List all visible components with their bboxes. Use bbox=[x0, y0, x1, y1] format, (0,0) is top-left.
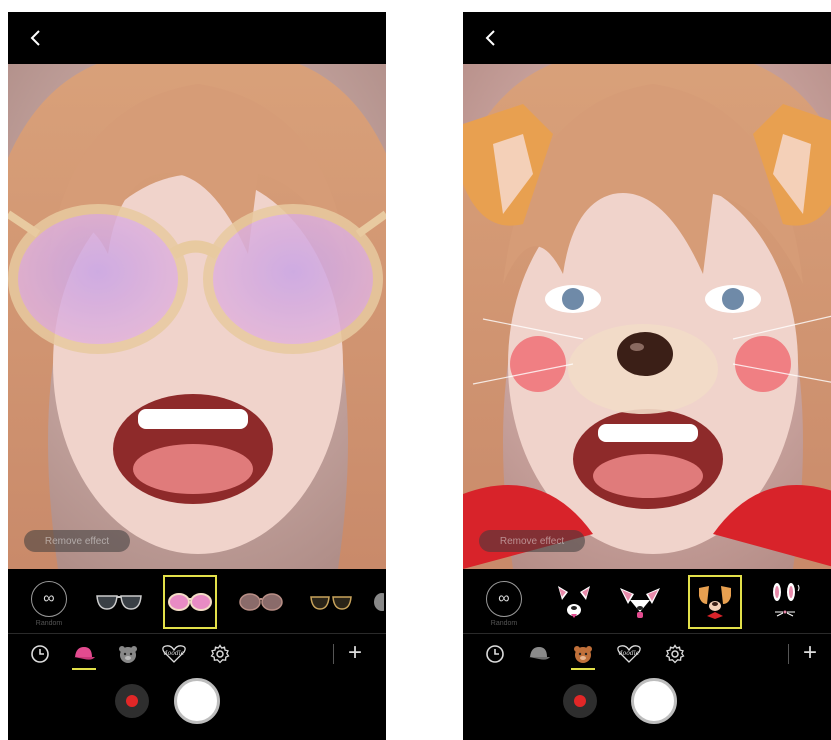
bear-icon bbox=[574, 646, 592, 663]
back-button[interactable] bbox=[22, 24, 50, 52]
tab-stickers[interactable] bbox=[72, 642, 96, 666]
top-bar bbox=[8, 12, 386, 64]
partial-item-icon bbox=[374, 593, 384, 611]
category-tabs: doodle + bbox=[463, 634, 831, 674]
bear-icon bbox=[119, 646, 137, 663]
shutter-button[interactable] bbox=[174, 678, 220, 724]
doodle-text: doodle bbox=[619, 650, 640, 657]
infinity-icon: ∞ bbox=[31, 581, 67, 617]
tab-animated-faces[interactable] bbox=[571, 642, 595, 666]
effect-panda-mask[interactable] bbox=[547, 575, 601, 629]
pink-sunglasses-icon bbox=[168, 593, 212, 611]
category-tabs: doodle + bbox=[8, 634, 386, 674]
record-video-button[interactable] bbox=[115, 684, 149, 718]
bunny-mask-icon bbox=[773, 583, 800, 617]
tab-separator bbox=[333, 644, 334, 664]
tab-separator bbox=[788, 644, 789, 664]
tab-animated-faces[interactable] bbox=[116, 642, 140, 666]
effect-rose-sunglasses[interactable] bbox=[234, 575, 288, 629]
effects-strip: ∞ Random bbox=[463, 569, 831, 633]
effect-bunny-mask[interactable] bbox=[758, 575, 812, 629]
doodle-text: doodle bbox=[164, 650, 185, 657]
camera-viewfinder: Remove effect bbox=[463, 64, 831, 569]
hat-icon bbox=[74, 647, 95, 660]
effect-partial[interactable] bbox=[368, 575, 386, 629]
face-preview-image bbox=[8, 64, 386, 569]
tab-recent[interactable] bbox=[28, 642, 52, 666]
back-button[interactable] bbox=[477, 24, 505, 52]
panda-mask-icon bbox=[558, 586, 590, 618]
chevron-left-icon bbox=[30, 30, 40, 46]
aviator-sunglasses-icon bbox=[96, 595, 142, 610]
effect-gold-sunglasses[interactable] bbox=[304, 575, 358, 629]
active-tab-indicator bbox=[571, 668, 595, 670]
clock-icon bbox=[31, 645, 49, 663]
effect-puppy-mask[interactable] bbox=[688, 575, 742, 629]
capture-controls bbox=[8, 674, 386, 740]
capture-controls bbox=[463, 674, 831, 740]
tab-settings[interactable] bbox=[663, 642, 687, 666]
record-dot-icon bbox=[126, 695, 138, 707]
heart-doodle-icon: doodle bbox=[617, 645, 641, 663]
clock-icon bbox=[486, 645, 504, 663]
face-preview-image bbox=[463, 64, 831, 569]
rose-sunglasses-icon bbox=[239, 593, 283, 611]
tab-settings[interactable] bbox=[208, 642, 232, 666]
gear-icon bbox=[665, 644, 685, 664]
random-label: Random bbox=[490, 620, 518, 627]
tab-stickers[interactable] bbox=[527, 642, 551, 666]
tab-doodle[interactable]: doodle bbox=[160, 642, 188, 666]
camera-viewfinder: Remove effect bbox=[8, 64, 386, 569]
chevron-left-icon bbox=[485, 30, 495, 46]
infinity-icon: ∞ bbox=[486, 581, 522, 617]
left-camera-screen: Remove effect ∞ Random doodle + bbox=[8, 12, 386, 740]
remove-effect-button[interactable]: Remove effect bbox=[24, 530, 130, 552]
add-button[interactable]: + bbox=[343, 640, 367, 668]
effects-strip: ∞ Random bbox=[8, 569, 386, 633]
record-dot-icon bbox=[574, 695, 586, 707]
tab-doodle[interactable]: doodle bbox=[615, 642, 643, 666]
fox-mask-icon bbox=[620, 588, 660, 618]
active-tab-indicator bbox=[72, 668, 96, 670]
heart-doodle-icon: doodle bbox=[162, 645, 186, 663]
puppy-mask-icon bbox=[699, 586, 731, 619]
random-label: Random bbox=[35, 620, 63, 627]
effect-aviator-sunglasses[interactable] bbox=[92, 575, 146, 629]
random-effect-button[interactable]: ∞ Random bbox=[22, 575, 76, 629]
shutter-button[interactable] bbox=[631, 678, 677, 724]
top-bar bbox=[463, 12, 831, 64]
gold-sunglasses-icon bbox=[310, 596, 352, 610]
hat-icon bbox=[529, 647, 550, 660]
tab-recent[interactable] bbox=[483, 642, 507, 666]
random-effect-button[interactable]: ∞ Random bbox=[477, 575, 531, 629]
effect-fox-mask[interactable] bbox=[613, 575, 667, 629]
effect-pink-round-sunglasses[interactable] bbox=[163, 575, 217, 629]
record-video-button[interactable] bbox=[563, 684, 597, 718]
remove-effect-button[interactable]: Remove effect bbox=[479, 530, 585, 552]
right-camera-screen: Remove effect ∞ Random doodle + bbox=[463, 12, 831, 740]
gear-icon bbox=[210, 644, 230, 664]
add-button[interactable]: + bbox=[798, 640, 822, 668]
